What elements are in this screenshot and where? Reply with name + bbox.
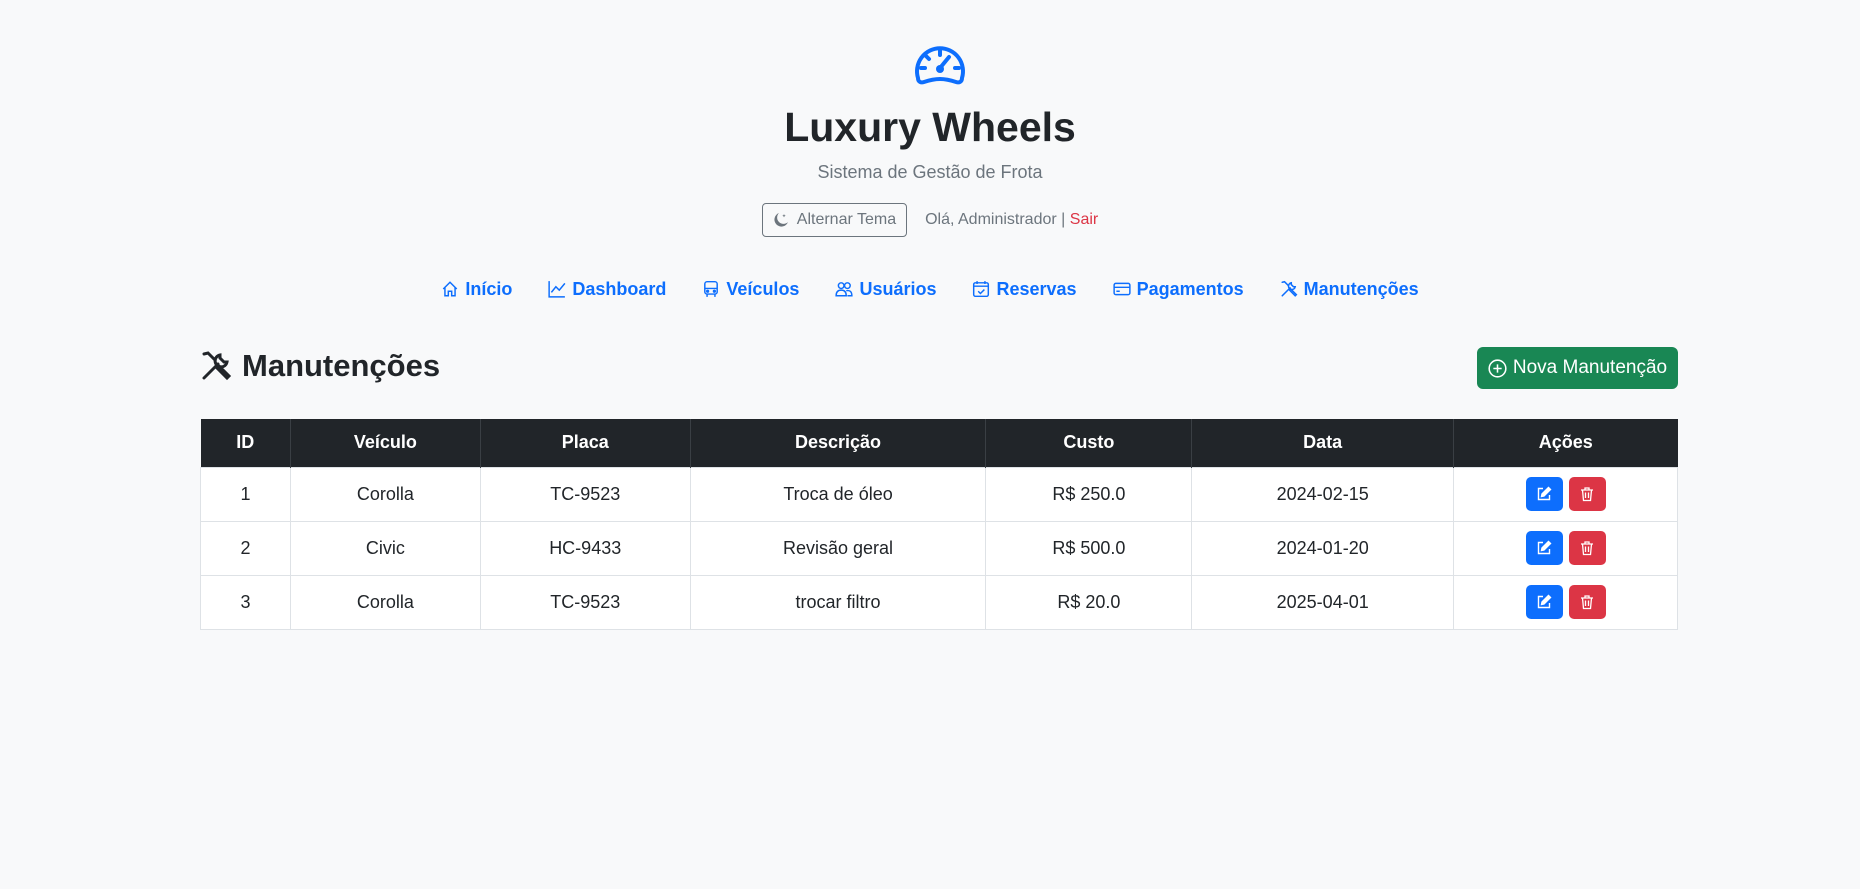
- calendar-check-icon: [973, 281, 990, 298]
- trash-icon: [1581, 595, 1594, 610]
- maintenance-table: ID Veículo Placa Descrição Custo Data Aç…: [200, 419, 1678, 630]
- logout-link[interactable]: Sair: [1070, 211, 1098, 228]
- header-placa: Placa: [480, 419, 691, 467]
- theme-toggle-button[interactable]: Alternar Tema: [761, 203, 908, 237]
- cell-veiculo: Corolla: [289, 574, 481, 630]
- bus-icon: [704, 280, 719, 297]
- people-icon: [835, 282, 854, 297]
- edit-button[interactable]: [1525, 477, 1563, 511]
- new-maintenance-label: Nova Manutenção: [1512, 357, 1668, 378]
- cell-custo: R$ 500.0: [985, 520, 1193, 576]
- header-acoes: Ações: [1453, 419, 1678, 467]
- nav-label: Dashboard: [572, 278, 667, 299]
- header-id: ID: [200, 419, 291, 467]
- nav-item-manutencoes[interactable]: Manutenções: [1280, 279, 1419, 300]
- greeting-text: Olá, Administrador |: [925, 211, 1066, 228]
- new-maintenance-button[interactable]: Nova Manutenção: [1477, 347, 1678, 389]
- header-descricao: Descrição: [690, 419, 987, 467]
- cell-id: 3: [200, 574, 291, 630]
- cell-descricao: trocar filtro: [689, 574, 987, 630]
- cell-data: 2025-04-01: [1191, 574, 1455, 630]
- edit-button[interactable]: [1525, 585, 1563, 619]
- header-veiculo: Veículo: [290, 419, 481, 467]
- nav-item-inicio[interactable]: Início: [441, 279, 512, 300]
- cell-placa: TC-9523: [479, 574, 691, 630]
- table-row: 3 Corolla TC-9523 trocar filtro R$ 20.0 …: [200, 574, 1678, 630]
- nav-item-veiculos[interactable]: Veículos: [702, 279, 799, 300]
- tools-icon: [1281, 280, 1298, 297]
- edit-button[interactable]: [1525, 531, 1563, 565]
- cell-descricao: Revisão geral: [689, 520, 987, 576]
- delete-button[interactable]: [1568, 531, 1606, 565]
- cell-data: 2024-02-15: [1191, 466, 1455, 522]
- header-custo: Custo: [985, 419, 1193, 467]
- plus-circle-icon: [1488, 358, 1507, 378]
- pencil-square-icon: [1537, 486, 1552, 501]
- table-row: 2 Civic HC-9433 Revisão geral R$ 500.0 2…: [200, 520, 1678, 576]
- speedometer-icon: [915, 46, 965, 85]
- user-bar: Alternar Tema Olá, Administrador | Sair: [0, 203, 1860, 237]
- app-subtitle: Sistema de Gestão de Frota: [817, 162, 1043, 182]
- trash-icon: [1581, 541, 1594, 556]
- header-data: Data: [1191, 419, 1455, 467]
- trash-icon: [1581, 487, 1594, 502]
- cell-acoes: [1453, 520, 1678, 576]
- cell-placa: TC-9523: [479, 466, 691, 522]
- moon-icon: [774, 213, 788, 227]
- nav-label: Manutenções: [1303, 278, 1419, 299]
- tools-icon: [202, 351, 232, 381]
- nav-label: Veículos: [726, 278, 800, 299]
- graph-up-icon: [548, 281, 566, 298]
- user-greeting: Olá, Administrador | Sair: [925, 211, 1098, 229]
- cell-id: 1: [200, 466, 291, 522]
- nav-item-pagamentos[interactable]: Pagamentos: [1112, 278, 1244, 300]
- cell-veiculo: Corolla: [289, 466, 481, 522]
- cell-placa: HC-9433: [479, 520, 691, 576]
- theme-toggle-label: Alternar Tema: [796, 211, 897, 228]
- cell-id: 2: [200, 520, 291, 576]
- table-row: 1 Corolla TC-9523 Troca de óleo R$ 250.0…: [200, 466, 1678, 522]
- app-title: Luxury Wheels: [784, 104, 1076, 150]
- nav-label: Pagamentos: [1136, 278, 1244, 299]
- cell-data: 2024-01-20: [1191, 520, 1455, 576]
- cell-custo: R$ 20.0: [985, 574, 1193, 630]
- nav-item-reservas[interactable]: Reservas: [972, 278, 1077, 300]
- nav-label: Usuários: [859, 278, 937, 299]
- nav-item-usuarios[interactable]: Usuários: [835, 279, 936, 300]
- table-header: ID Veículo Placa Descrição Custo Data Aç…: [200, 419, 1678, 467]
- pencil-square-icon: [1537, 540, 1552, 555]
- page-title-text: Manutenções: [242, 348, 441, 383]
- cell-veiculo: Civic: [289, 520, 481, 576]
- delete-button[interactable]: [1568, 585, 1606, 619]
- nav-item-dashboard[interactable]: Dashboard: [548, 279, 666, 300]
- cell-descricao: Troca de óleo: [689, 466, 987, 522]
- house-icon: [443, 281, 458, 297]
- main-nav: Início Dashboard Veículos Usuários Reser…: [0, 274, 1860, 304]
- cell-acoes: [1453, 466, 1678, 522]
- nav-label: Início: [465, 278, 513, 299]
- cell-custo: R$ 250.0: [985, 466, 1193, 522]
- delete-button[interactable]: [1568, 477, 1606, 511]
- cell-acoes: [1453, 574, 1678, 630]
- page-title: Manutenções: [200, 346, 440, 386]
- credit-card-icon: [1112, 282, 1131, 296]
- nav-label: Reservas: [996, 278, 1077, 299]
- pencil-square-icon: [1537, 594, 1552, 609]
